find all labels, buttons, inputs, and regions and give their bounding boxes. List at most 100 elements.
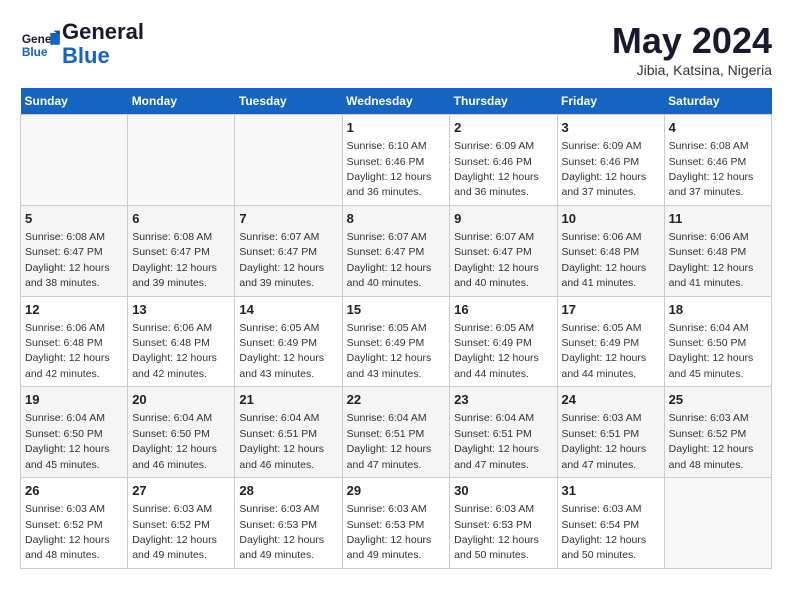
week-row-5: 26Sunrise: 6:03 AMSunset: 6:52 PMDayligh… — [21, 478, 772, 569]
calendar-cell: 29 Sunrise: 6:03 AMSunset: 6:53 PMDayligh… — [342, 478, 450, 569]
day-number: 20 — [132, 391, 230, 409]
title-block: May 2024 Jibia, Katsina, Nigeria — [612, 20, 772, 78]
day-number: 19 — [25, 391, 123, 409]
calendar-cell: 14Sunrise: 6:05 AMSunset: 6:49 PMDayligh… — [235, 296, 342, 387]
day-number: 16 — [454, 301, 552, 319]
day-header-saturday: Saturday — [664, 88, 771, 115]
week-row-3: 12Sunrise: 6:06 AMSunset: 6:48 PMDayligh… — [21, 296, 772, 387]
day-number: 31 — [562, 482, 660, 500]
day-number: 23 — [454, 391, 552, 409]
day-number: 29 — [347, 482, 446, 500]
calendar-cell: 10 Sunrise: 6:06 AMSunset: 6:48 PMDayligh… — [557, 205, 664, 296]
cell-sunrise: Sunrise: 6:05 AMSunset: 6:49 PMDaylight:… — [347, 322, 432, 380]
calendar-cell: 28 Sunrise: 6:03 AMSunset: 6:53 PMDayligh… — [235, 478, 342, 569]
calendar-cell: 22Sunrise: 6:04 AMSunset: 6:51 PMDayligh… — [342, 387, 450, 478]
cell-sunrise: Sunrise: 6:09 AMSunset: 6:46 PMDaylight:… — [562, 140, 647, 198]
day-number: 27 — [132, 482, 230, 500]
day-number: 1 — [347, 119, 446, 137]
day-number: 28 — [239, 482, 337, 500]
calendar-cell: 9 Sunrise: 6:07 AMSunset: 6:47 PMDaylight… — [450, 205, 557, 296]
calendar-cell: 3 Sunrise: 6:09 AMSunset: 6:46 PMDaylight… — [557, 115, 664, 206]
calendar-cell: 7 Sunrise: 6:07 AMSunset: 6:47 PMDaylight… — [235, 205, 342, 296]
cell-sunrise: Sunrise: 6:06 AMSunset: 6:48 PMDaylight:… — [669, 231, 754, 289]
calendar-cell: 20 Sunrise: 6:04 AMSunset: 6:50 PMDayligh… — [128, 387, 235, 478]
calendar-cell: 6Sunrise: 6:08 AMSunset: 6:47 PMDaylight… — [128, 205, 235, 296]
calendar-table: SundayMondayTuesdayWednesdayThursdayFrid… — [20, 88, 772, 569]
cell-sunrise: Sunrise: 6:07 AMSunset: 6:47 PMDaylight:… — [454, 231, 539, 289]
day-number: 30 — [454, 482, 552, 500]
cell-sunrise: Sunrise: 6:05 AMSunset: 6:49 PMDaylight:… — [454, 322, 539, 380]
location: Jibia, Katsina, Nigeria — [612, 62, 772, 78]
cell-sunrise: Sunrise: 6:04 AMSunset: 6:50 PMDaylight:… — [132, 412, 217, 470]
day-number: 3 — [562, 119, 660, 137]
calendar-cell: 13Sunrise: 6:06 AMSunset: 6:48 PMDayligh… — [128, 296, 235, 387]
day-number: 17 — [562, 301, 660, 319]
calendar-cell: 2Sunrise: 6:09 AMSunset: 6:46 PMDaylight… — [450, 115, 557, 206]
cell-sunrise: Sunrise: 6:07 AMSunset: 6:47 PMDaylight:… — [239, 231, 324, 289]
cell-sunrise: Sunrise: 6:06 AMSunset: 6:48 PMDaylight:… — [25, 322, 110, 380]
cell-sunrise: Sunrise: 6:03 AMSunset: 6:54 PMDaylight:… — [562, 503, 647, 561]
calendar-cell — [21, 115, 128, 206]
day-number: 5 — [25, 210, 123, 228]
day-header-sunday: Sunday — [21, 88, 128, 115]
day-number: 4 — [669, 119, 767, 137]
calendar-cell: 19 Sunrise: 6:04 AMSunset: 6:50 PMDayligh… — [21, 387, 128, 478]
calendar-cell — [664, 478, 771, 569]
cell-sunrise: Sunrise: 6:04 AMSunset: 6:50 PMDaylight:… — [25, 412, 110, 470]
day-number: 22 — [347, 391, 446, 409]
month-title: May 2024 — [612, 20, 772, 62]
cell-sunrise: Sunrise: 6:06 AMSunset: 6:48 PMDaylight:… — [562, 231, 647, 289]
day-number: 25 — [669, 391, 767, 409]
calendar-cell: 1 Sunrise: 6:10 AMSunset: 6:46 PMDaylight… — [342, 115, 450, 206]
cell-sunrise: Sunrise: 6:03 AMSunset: 6:52 PMDaylight:… — [25, 503, 110, 561]
week-row-2: 5 Sunrise: 6:08 AMSunset: 6:47 PMDaylight… — [21, 205, 772, 296]
calendar-cell: 12Sunrise: 6:06 AMSunset: 6:48 PMDayligh… — [21, 296, 128, 387]
cell-sunrise: Sunrise: 6:08 AMSunset: 6:47 PMDaylight:… — [132, 231, 217, 289]
week-row-1: 1 Sunrise: 6:10 AMSunset: 6:46 PMDaylight… — [21, 115, 772, 206]
day-number: 7 — [239, 210, 337, 228]
calendar-cell: 30 Sunrise: 6:03 AMSunset: 6:53 PMDayligh… — [450, 478, 557, 569]
day-header-wednesday: Wednesday — [342, 88, 450, 115]
cell-sunrise: Sunrise: 6:03 AMSunset: 6:53 PMDaylight:… — [454, 503, 539, 561]
calendar-cell: 21 Sunrise: 6:04 AMSunset: 6:51 PMDayligh… — [235, 387, 342, 478]
day-header-row: SundayMondayTuesdayWednesdayThursdayFrid… — [21, 88, 772, 115]
calendar-cell: 26Sunrise: 6:03 AMSunset: 6:52 PMDayligh… — [21, 478, 128, 569]
calendar-cell: 8Sunrise: 6:07 AMSunset: 6:47 PMDaylight… — [342, 205, 450, 296]
cell-sunrise: Sunrise: 6:04 AMSunset: 6:51 PMDaylight:… — [454, 412, 539, 470]
cell-sunrise: Sunrise: 6:10 AMSunset: 6:46 PMDaylight:… — [347, 140, 432, 198]
day-header-tuesday: Tuesday — [235, 88, 342, 115]
calendar-cell: 15Sunrise: 6:05 AMSunset: 6:49 PMDayligh… — [342, 296, 450, 387]
cell-sunrise: Sunrise: 6:03 AMSunset: 6:52 PMDaylight:… — [669, 412, 754, 470]
page-header: General Blue General Blue May 2024 Jibia… — [20, 20, 772, 78]
calendar-cell: 4 Sunrise: 6:08 AMSunset: 6:46 PMDaylight… — [664, 115, 771, 206]
day-number: 10 — [562, 210, 660, 228]
calendar-cell: 24 Sunrise: 6:03 AMSunset: 6:51 PMDayligh… — [557, 387, 664, 478]
logo: General Blue General Blue — [20, 20, 144, 68]
day-number: 11 — [669, 210, 767, 228]
day-header-friday: Friday — [557, 88, 664, 115]
cell-sunrise: Sunrise: 6:03 AMSunset: 6:51 PMDaylight:… — [562, 412, 647, 470]
calendar-cell — [128, 115, 235, 206]
cell-sunrise: Sunrise: 6:03 AMSunset: 6:52 PMDaylight:… — [132, 503, 217, 561]
cell-sunrise: Sunrise: 6:03 AMSunset: 6:53 PMDaylight:… — [239, 503, 324, 561]
cell-sunrise: Sunrise: 6:08 AMSunset: 6:47 PMDaylight:… — [25, 231, 110, 289]
cell-sunrise: Sunrise: 6:09 AMSunset: 6:46 PMDaylight:… — [454, 140, 539, 198]
day-number: 24 — [562, 391, 660, 409]
cell-sunrise: Sunrise: 6:04 AMSunset: 6:50 PMDaylight:… — [669, 322, 754, 380]
calendar-cell: 31 Sunrise: 6:03 AMSunset: 6:54 PMDayligh… — [557, 478, 664, 569]
logo-icon: General Blue — [20, 29, 60, 59]
cell-sunrise: Sunrise: 6:08 AMSunset: 6:46 PMDaylight:… — [669, 140, 754, 198]
cell-sunrise: Sunrise: 6:05 AMSunset: 6:49 PMDaylight:… — [562, 322, 647, 380]
logo-blue: Blue — [62, 43, 110, 68]
day-number: 9 — [454, 210, 552, 228]
calendar-cell — [235, 115, 342, 206]
calendar-cell: 25 Sunrise: 6:03 AMSunset: 6:52 PMDayligh… — [664, 387, 771, 478]
cell-sunrise: Sunrise: 6:03 AMSunset: 6:53 PMDaylight:… — [347, 503, 432, 561]
calendar-cell: 18Sunrise: 6:04 AMSunset: 6:50 PMDayligh… — [664, 296, 771, 387]
day-number: 21 — [239, 391, 337, 409]
day-number: 8 — [347, 210, 446, 228]
calendar-cell: 5 Sunrise: 6:08 AMSunset: 6:47 PMDaylight… — [21, 205, 128, 296]
cell-sunrise: Sunrise: 6:04 AMSunset: 6:51 PMDaylight:… — [239, 412, 324, 470]
calendar-cell: 27 Sunrise: 6:03 AMSunset: 6:52 PMDayligh… — [128, 478, 235, 569]
logo-general: General — [62, 19, 144, 44]
